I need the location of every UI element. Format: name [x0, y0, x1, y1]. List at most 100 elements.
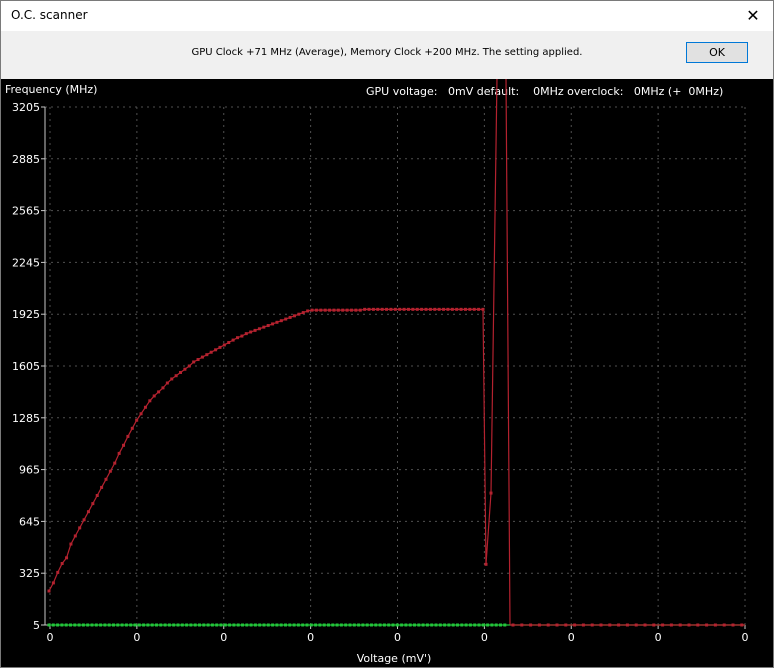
data-point-red	[696, 623, 700, 627]
data-point-red	[196, 358, 200, 362]
data-point-red	[192, 360, 196, 364]
data-point-red	[56, 570, 60, 574]
y-tick-label: 2565	[12, 205, 40, 218]
y-tick-label: 325	[19, 567, 40, 580]
data-point-green	[77, 623, 81, 627]
y-tick-label: 1605	[12, 360, 40, 373]
data-point-green	[271, 623, 275, 627]
data-point-green	[296, 623, 300, 627]
y-axis-label: Frequency (MHz)	[5, 83, 97, 96]
data-point-red	[402, 307, 406, 311]
data-point-red	[428, 307, 432, 311]
x-tick-label: 0	[220, 631, 227, 644]
data-point-red	[108, 469, 112, 473]
data-point-red	[148, 399, 152, 403]
data-point-red	[555, 623, 559, 627]
data-point-red	[608, 623, 612, 627]
data-point-red	[590, 623, 594, 627]
x-tick-label: 0	[133, 631, 140, 644]
data-point-red	[652, 623, 656, 627]
data-point-green	[258, 623, 262, 627]
data-point-red	[617, 623, 621, 627]
data-point-green	[348, 623, 352, 627]
data-point-red	[481, 307, 485, 311]
data-point-red	[126, 434, 130, 438]
data-point-green	[314, 623, 318, 627]
close-icon[interactable]: ✕	[733, 1, 773, 31]
data-point-green	[464, 623, 468, 627]
data-point-green	[404, 623, 408, 627]
data-point-green	[223, 623, 227, 627]
data-point-green	[443, 623, 447, 627]
data-point-green	[331, 623, 335, 627]
data-point-red	[95, 494, 99, 497]
data-point-red	[262, 325, 266, 329]
x-tick-label: 0	[568, 631, 575, 644]
data-point-green	[417, 623, 421, 627]
x-tick-label: 0	[307, 631, 314, 644]
ok-button[interactable]: OK	[686, 42, 748, 63]
data-point-green	[189, 623, 193, 627]
data-point-red	[537, 623, 541, 627]
data-point-red	[279, 319, 283, 323]
data-point-red	[398, 307, 402, 311]
data-point-red	[253, 328, 257, 332]
data-point-green	[90, 623, 94, 627]
data-point-red	[573, 623, 577, 627]
data-point-green	[73, 623, 77, 627]
data-point-green	[64, 623, 68, 627]
x-tick-label: 0	[481, 631, 488, 644]
data-point-red	[450, 307, 454, 311]
data-point-green	[81, 623, 85, 627]
data-point-red	[358, 308, 362, 312]
data-point-red	[301, 311, 305, 315]
data-point-red	[380, 307, 384, 311]
data-point-green	[185, 623, 189, 627]
data-point-green	[150, 623, 154, 627]
data-point-red	[257, 327, 261, 331]
data-point-green	[112, 623, 115, 627]
data-point-green	[120, 623, 124, 627]
chart-canvas: Frequency (MHz) GPU voltage: 0mV default…	[5, 76, 749, 665]
data-point-red	[713, 623, 717, 627]
data-point-red	[73, 534, 77, 538]
data-point-red	[328, 308, 332, 312]
data-point-red	[484, 562, 488, 566]
y-tick-label: 2885	[12, 153, 40, 166]
data-point-red	[135, 418, 139, 422]
data-point-red	[489, 491, 493, 495]
data-point-green	[142, 623, 146, 627]
data-point-green	[499, 623, 502, 627]
data-point-red	[393, 307, 397, 311]
data-point-green	[425, 623, 429, 627]
data-point-red	[275, 320, 279, 324]
data-point-green	[421, 623, 425, 627]
data-point-red	[100, 485, 104, 489]
data-point-red	[218, 345, 222, 349]
data-point-green	[382, 623, 386, 627]
data-point-green	[365, 623, 369, 627]
data-point-red	[161, 386, 165, 390]
window-title: O.C. scanner	[11, 8, 88, 22]
data-point-green	[374, 623, 378, 627]
data-point-red	[200, 355, 204, 359]
series	[47, 76, 745, 627]
data-point-red	[65, 556, 69, 560]
data-point-red	[183, 367, 187, 371]
data-point-red	[319, 308, 323, 312]
data-point-green	[318, 623, 322, 627]
data-point-green	[301, 623, 305, 627]
data-point-green	[408, 623, 412, 627]
data-point-green	[262, 623, 266, 627]
data-point-red	[314, 308, 318, 312]
data-point-green	[292, 623, 296, 627]
data-point-red	[740, 623, 744, 627]
title-bar: O.C. scanner ✕	[1, 1, 773, 31]
data-point-green	[163, 623, 167, 627]
data-point-green	[327, 623, 330, 627]
data-point-red	[165, 381, 169, 385]
y-tick-label: 1285	[12, 412, 40, 425]
data-point-red	[231, 338, 235, 342]
data-point-green	[357, 623, 361, 627]
data-point-red	[468, 307, 472, 311]
